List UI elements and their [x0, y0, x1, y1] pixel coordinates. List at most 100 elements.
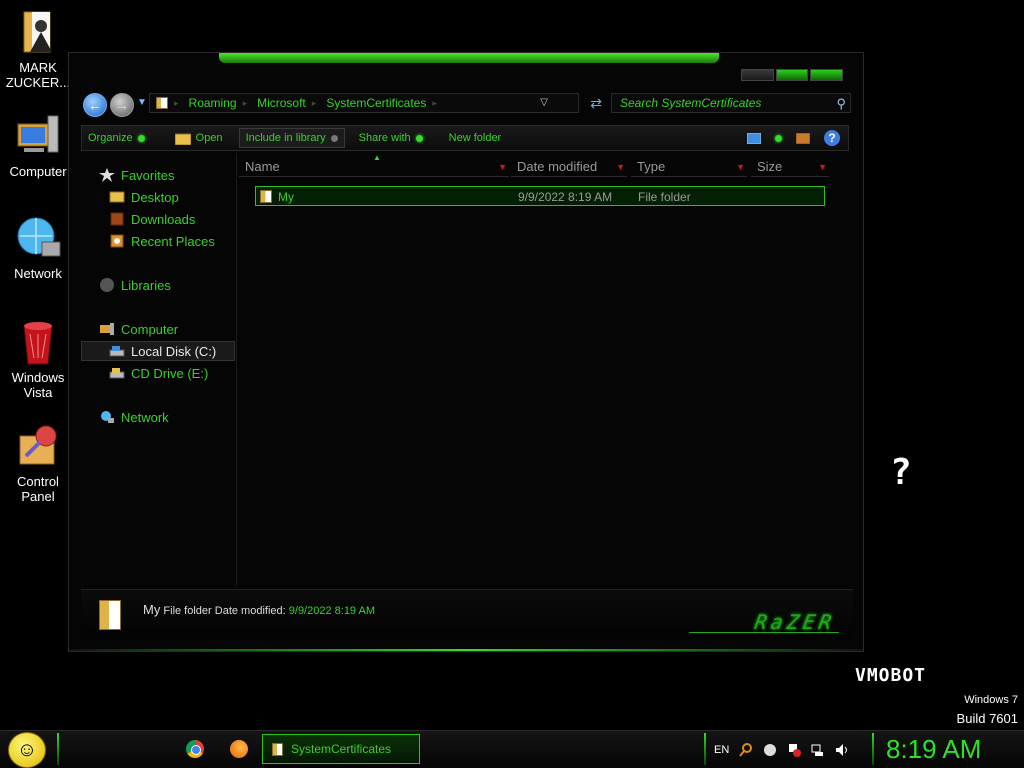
desktop-icon-user-folder[interactable]: MARK ZUCKER...: [4, 8, 72, 90]
nav-computer-label: Computer: [121, 321, 179, 337]
open-button[interactable]: Open: [169, 128, 229, 148]
column-date-label: Date modified: [517, 159, 598, 174]
details-name: My: [143, 602, 161, 617]
desktop-icon-label: Computer: [9, 164, 67, 179]
refresh-icon[interactable]: ⇄: [590, 95, 602, 112]
column-dropdown-icon[interactable]: ▼: [736, 157, 745, 177]
forward-arrow-icon: →: [115, 97, 129, 113]
dropdown-dot-icon: [415, 134, 423, 142]
dropdown-dot-icon: [137, 134, 145, 142]
breadcrumb-separator-icon: ▸: [432, 97, 437, 108]
view-icon: [747, 132, 761, 144]
action-center-flag-icon[interactable]: [787, 743, 802, 757]
help-button[interactable]: ?: [824, 130, 840, 146]
share-with-button[interactable]: Share with: [353, 128, 429, 148]
nav-desktop[interactable]: Desktop: [109, 187, 179, 207]
search-input[interactable]: Search SystemCertificates ⚲: [611, 93, 851, 113]
nav-recent-places-label: Recent Places: [131, 233, 215, 249]
details-type: File folder: [163, 605, 212, 617]
razer-logo: RaZER: [752, 610, 838, 634]
nav-network[interactable]: Network: [99, 407, 169, 427]
column-header-name[interactable]: Name ▼: [239, 157, 509, 177]
column-type-label: Type: [637, 159, 666, 174]
breadcrumb-separator-icon: ▸: [311, 97, 317, 108]
organize-label: Organize: [88, 132, 133, 144]
folder-icon: [272, 743, 283, 756]
desktop-icon-windows-vista[interactable]: Windows Vista: [4, 318, 72, 400]
desktop-icon-network[interactable]: Network: [4, 214, 72, 281]
nav-downloads-label: Downloads: [131, 211, 196, 227]
column-header-type[interactable]: Type ▼: [631, 157, 747, 177]
os-watermark-version: Windows 7: [964, 694, 1018, 706]
smiley-start-icon: ☺: [16, 739, 38, 761]
nav-network-label: Network: [121, 409, 169, 425]
nav-computer[interactable]: Computer: [99, 319, 178, 339]
os-watermark-build: Build 7601: [956, 711, 1018, 726]
star-icon: [99, 168, 115, 182]
include-in-library-button[interactable]: Include in library: [238, 128, 345, 148]
desktop-icon-control-panel[interactable]: Control Panel: [4, 422, 72, 504]
desktop-icon-label: Windows Vista: [11, 370, 65, 400]
firefox-icon[interactable]: [230, 740, 248, 758]
change-view-button[interactable]: [747, 132, 782, 144]
back-arrow-icon: ←: [88, 97, 102, 113]
breadcrumb-roaming[interactable]: Roaming: [189, 96, 237, 110]
taskbar-divider: [57, 733, 59, 765]
breadcrumb-microsoft[interactable]: Microsoft: [257, 96, 306, 110]
chrome-icon[interactable]: [186, 740, 204, 758]
open-folder-icon: [174, 133, 191, 145]
network-status-icon[interactable]: [811, 743, 825, 757]
nav-recent-places[interactable]: Recent Places: [109, 231, 215, 251]
new-folder-label: New folder: [448, 132, 502, 144]
breadcrumb-separator-icon: ▸: [174, 97, 179, 108]
messenger-icon[interactable]: [763, 743, 777, 757]
window-controls: [741, 69, 844, 81]
taskbar-divider: [872, 733, 874, 765]
share-with-label: Share with: [358, 132, 411, 144]
nav-libraries[interactable]: Libraries: [99, 275, 171, 295]
details-date-value: 9/9/2022 8:19 AM: [288, 605, 375, 617]
clock[interactable]: 8:19 AM: [886, 734, 981, 765]
nav-cd-drive[interactable]: CD Drive (E:): [109, 363, 208, 383]
minimize-button[interactable]: [741, 69, 774, 81]
pixel-question-glyph: ?: [890, 452, 912, 493]
column-size-label: Size: [757, 159, 783, 174]
details-pane: My File folder Date modified: 9/9/2022 8…: [81, 589, 853, 639]
include-in-library-label: Include in library: [245, 132, 326, 144]
search-icon[interactable]: ⚲: [836, 95, 846, 113]
control-panel-icon: [14, 422, 62, 470]
command-bar: Organize Open Include in library Share w…: [81, 125, 849, 151]
column-dropdown-icon[interactable]: ▼: [616, 157, 625, 177]
column-name-label: Name: [245, 159, 280, 174]
desktop-icon-computer[interactable]: Computer: [4, 112, 72, 179]
nav-favorites[interactable]: Favorites: [99, 165, 174, 185]
address-bar[interactable]: ▸ Roaming ▸ Microsoft ▸ SystemCertificat…: [149, 93, 602, 113]
column-header-date-modified[interactable]: Date modified ▼: [511, 157, 627, 177]
nav-downloads[interactable]: Downloads: [109, 209, 195, 229]
nav-local-disk[interactable]: Local Disk (C:): [81, 341, 235, 361]
address-dropdown-icon[interactable]: ▽: [540, 97, 548, 108]
column-dropdown-icon[interactable]: ▼: [498, 157, 507, 177]
column-dropdown-icon[interactable]: ▼: [818, 157, 827, 177]
new-folder-button[interactable]: New folder: [443, 128, 508, 148]
organize-button[interactable]: Organize: [82, 128, 151, 148]
open-label: Open: [195, 132, 223, 144]
column-header-size[interactable]: Size ▼: [751, 157, 829, 177]
maximize-button[interactable]: [775, 69, 809, 81]
taskbar-button-systemcertificates[interactable]: SystemCertificates: [262, 734, 420, 764]
folder-icon: [99, 600, 121, 630]
search-icon[interactable]: [739, 743, 753, 757]
language-indicator[interactable]: EN: [714, 744, 729, 756]
forward-button[interactable]: →: [110, 93, 134, 117]
breadcrumb-systemcertificates[interactable]: SystemCertificates: [326, 96, 426, 110]
libraries-icon: [100, 278, 114, 292]
desktop-icon-label: MARK ZUCKER...: [5, 60, 71, 90]
file-row[interactable]: My 9/9/2022 8:19 AM File folder: [255, 186, 825, 206]
back-button[interactable]: ←: [83, 93, 107, 117]
close-button[interactable]: [810, 69, 844, 81]
taskbar-button-label: SystemCertificates: [291, 742, 392, 756]
recent-pages-dropdown[interactable]: ▼: [137, 97, 147, 108]
start-button[interactable]: ☺: [8, 732, 46, 768]
volume-icon[interactable]: [835, 743, 849, 757]
preview-pane-button[interactable]: [796, 132, 810, 144]
